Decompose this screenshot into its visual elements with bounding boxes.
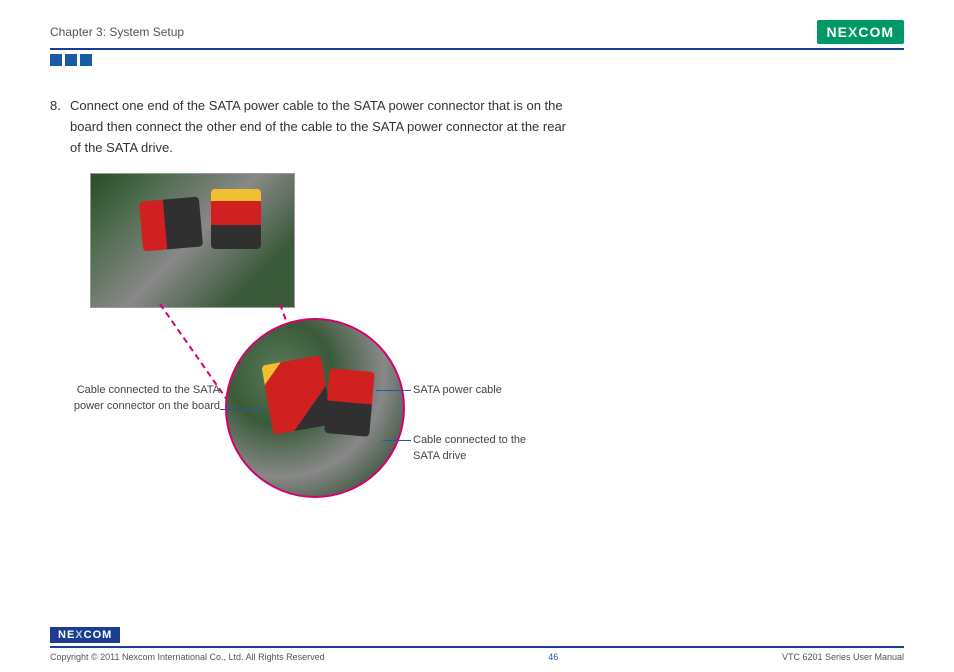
- callout-power-cable: SATA power cable: [413, 383, 502, 398]
- callout-board-connector: Cable connected to the SATA power connec…: [50, 383, 220, 414]
- page-number: 46: [548, 652, 558, 662]
- decorative-squares: [50, 54, 904, 66]
- step-text: Connect one end of the SATA power cable …: [70, 96, 570, 158]
- step-number: 8.: [50, 96, 70, 158]
- footer-logo: NEXCOM: [50, 627, 120, 643]
- footer-rule: [50, 646, 904, 648]
- document-title: VTC 6201 Series User Manual: [782, 652, 904, 662]
- header-rule: [50, 48, 904, 50]
- step-8: 8. Connect one end of the SATA power cab…: [50, 96, 904, 158]
- chapter-title: Chapter 3: System Setup: [50, 25, 184, 39]
- leader-line: [376, 390, 411, 391]
- detail-photo: [225, 318, 405, 498]
- callout-drive-cable: Cable connected to the SATA drive: [413, 433, 533, 464]
- overview-photo: [90, 173, 295, 308]
- diagram-area: Cable connected to the SATA power connec…: [50, 173, 904, 533]
- copyright: Copyright © 2011 Nexcom International Co…: [50, 652, 325, 662]
- leader-line: [220, 409, 265, 410]
- leader-line: [383, 440, 411, 441]
- brand-logo: NEXCOM: [817, 20, 904, 44]
